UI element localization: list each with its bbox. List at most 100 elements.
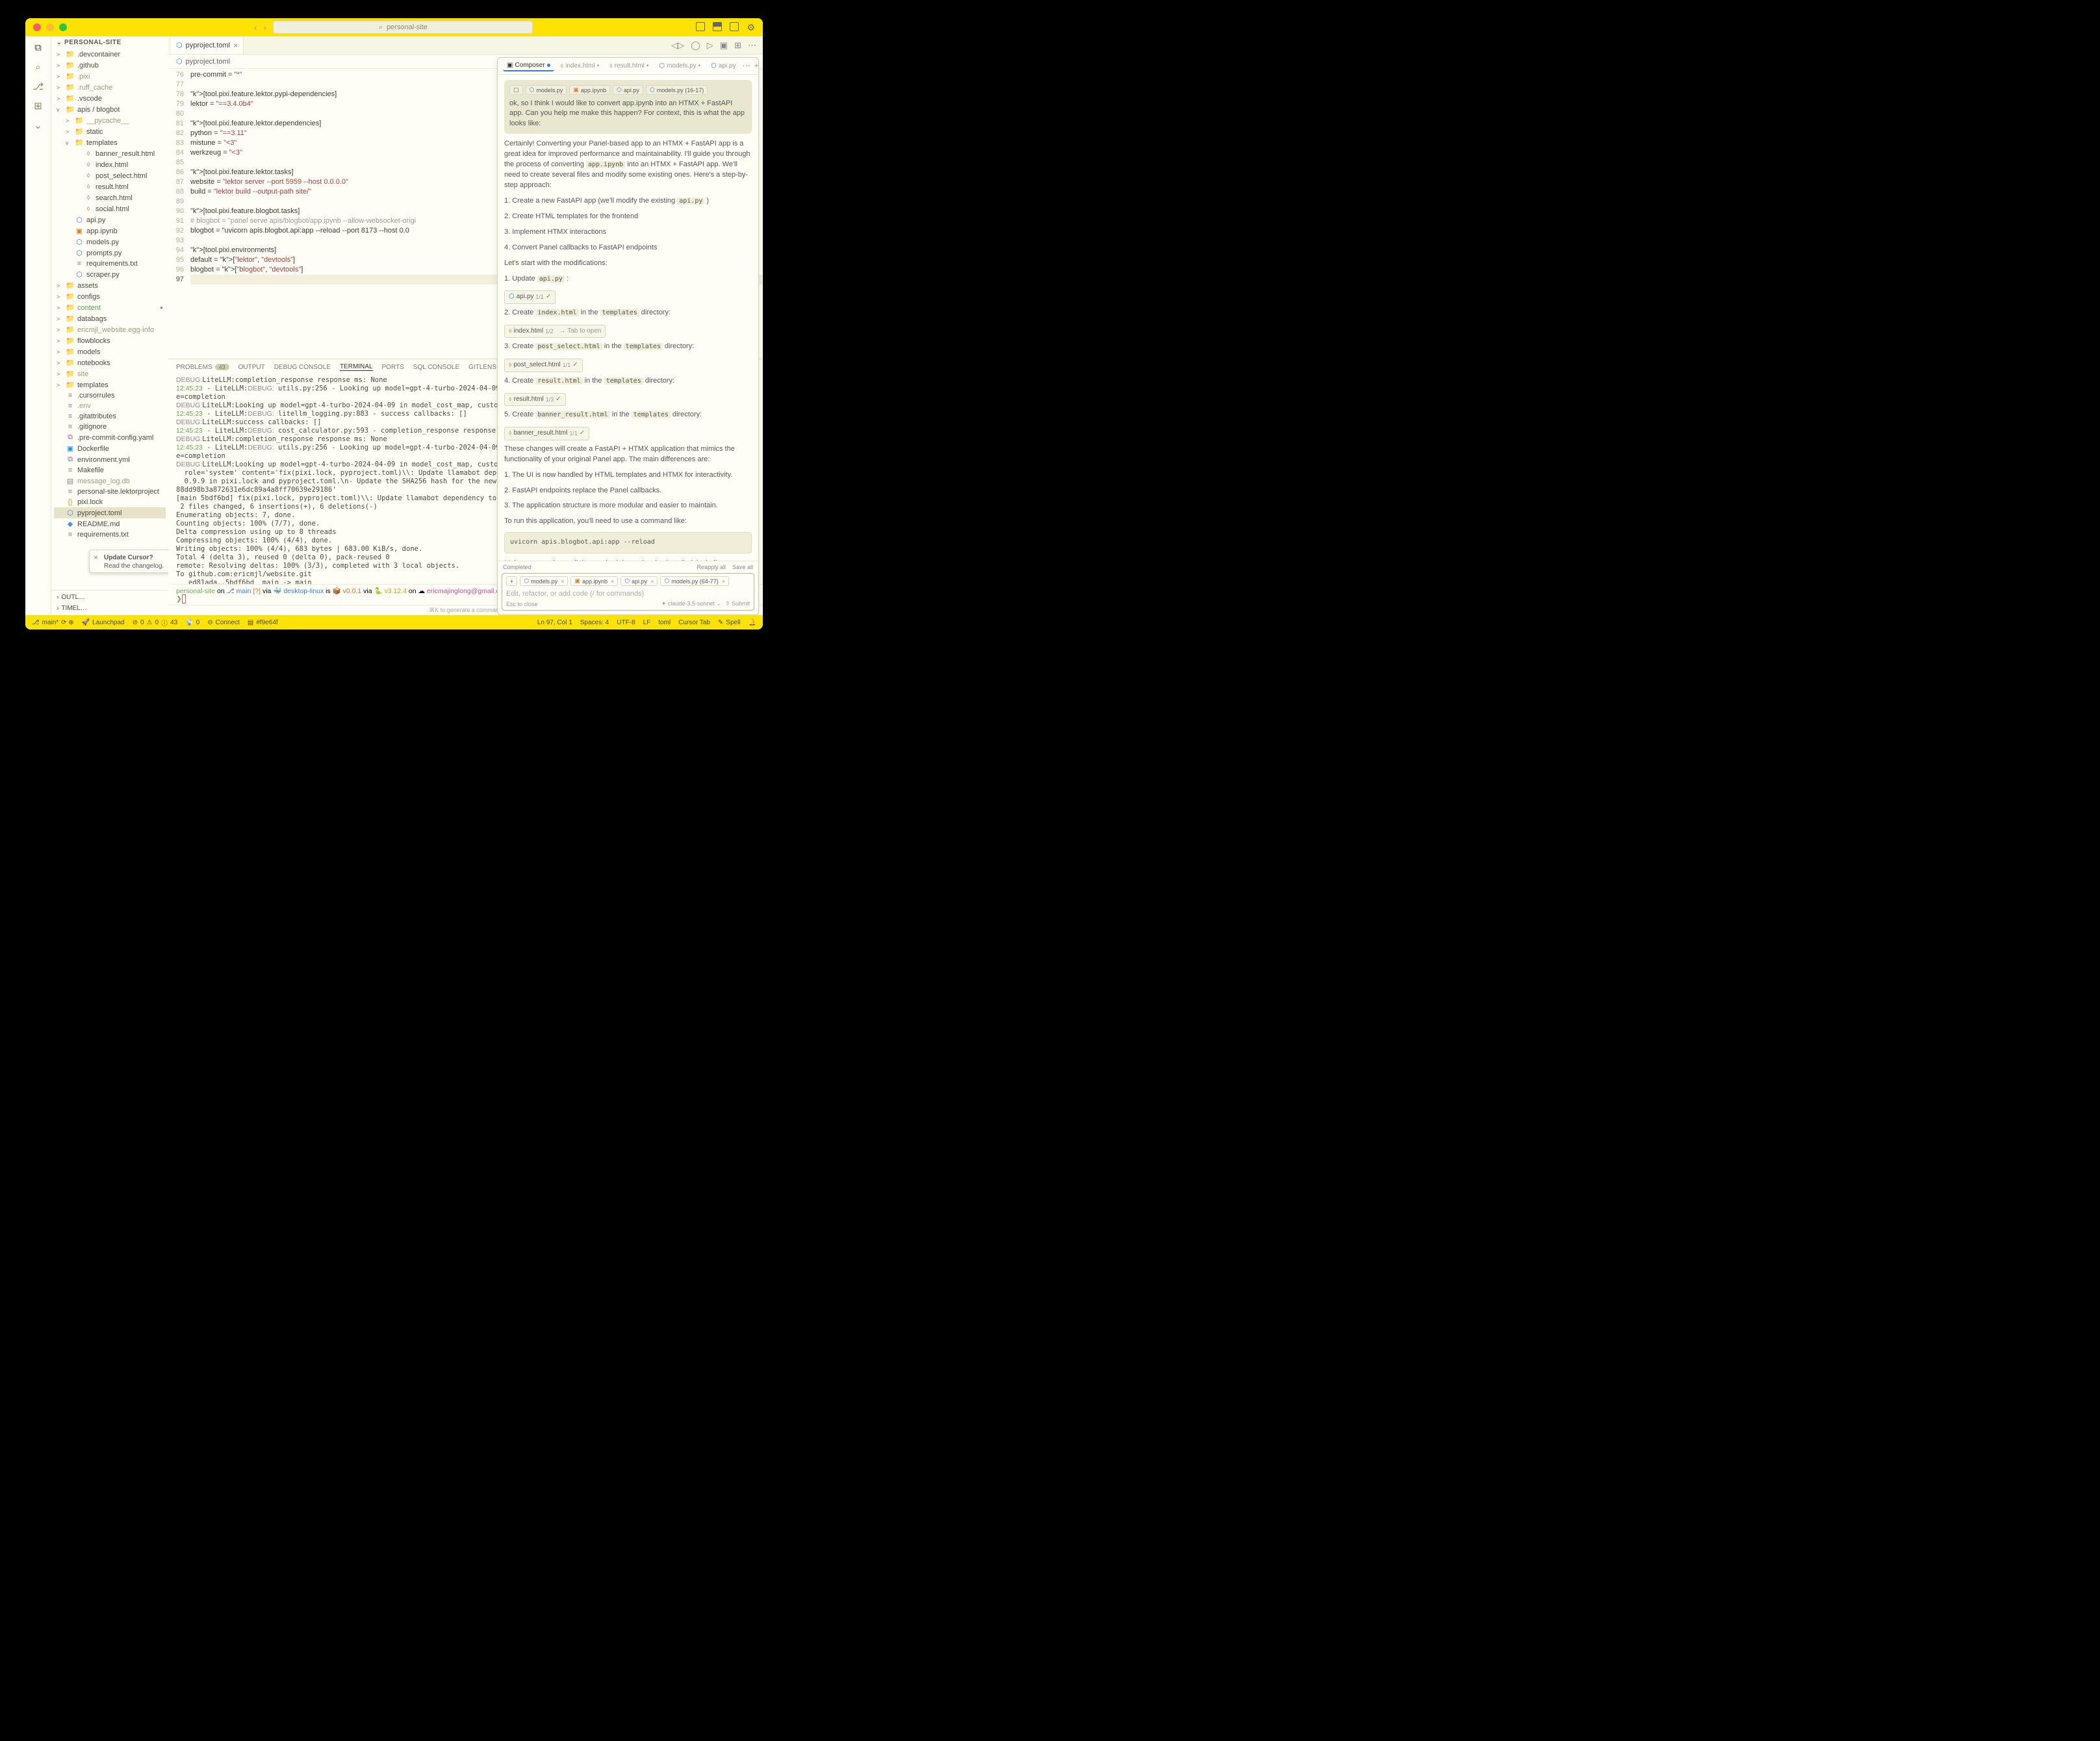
tree-item[interactable]: >📁site — [54, 368, 166, 379]
timeline-section[interactable]: ›TIMEL… — [51, 603, 168, 614]
tree-item[interactable]: >📁notebooks — [54, 357, 166, 368]
spell-status[interactable]: ✎ Spell — [718, 619, 741, 626]
save-all-button[interactable]: Save all — [732, 564, 753, 570]
tree-item[interactable]: v📁templates — [54, 137, 166, 148]
problems-status[interactable]: ⊘0 ⚠0 ⓘ43 — [133, 618, 178, 628]
outline-section[interactable]: ›OUTL… — [51, 592, 168, 603]
ctx-chip[interactable]: ⬡models.py (16-17) — [646, 85, 708, 95]
tree-item[interactable]: ≡personal-site.lektorproject — [54, 487, 166, 497]
code-block[interactable]: uvicorn apis.blogbot.api:app --reload — [504, 532, 752, 553]
tree-item[interactable]: >📁content● — [54, 302, 166, 313]
tree-item[interactable]: ⬡pyproject.toml — [54, 507, 166, 518]
split-icon[interactable]: ▷ — [707, 40, 713, 51]
nav-back[interactable]: ‹ — [254, 22, 257, 32]
gear-icon[interactable]: ⚙ — [747, 22, 755, 33]
tree-item[interactable]: >📁static — [54, 126, 166, 137]
tree-item[interactable]: {}pixi.lock — [54, 497, 166, 507]
tree-item[interactable]: >📁.ruff_cache — [54, 82, 166, 93]
tree-item[interactable]: >📁.github — [54, 60, 166, 71]
tree-item[interactable]: >📁databags — [54, 313, 166, 324]
indent-status[interactable]: Spaces: 4 — [580, 619, 609, 626]
image-chip[interactable]: ▢ — [509, 85, 523, 95]
diff-icon[interactable]: ◯ — [691, 40, 700, 51]
tree-item[interactable]: ⬨social.html — [54, 203, 166, 214]
connect-status[interactable]: ⊖ Connect — [207, 619, 240, 626]
file-chip[interactable]: ⬨banner_result.html 1/1 ✓ — [504, 427, 589, 440]
tree-item[interactable]: ≡.gitignore — [54, 422, 166, 432]
ctx-chip[interactable]: ⬡models.py (64-77)× — [660, 576, 729, 586]
launchpad[interactable]: 🚀 Launchpad — [82, 619, 125, 626]
ctx-chip[interactable]: ⬡models.py× — [520, 576, 568, 586]
ctx-tab[interactable]: ⬡api.py — [707, 61, 739, 71]
ports-status[interactable]: 📡 0 — [185, 619, 199, 626]
color-status[interactable]: ▤ #f9e64f — [248, 619, 278, 626]
bell-icon[interactable]: 🔔 — [749, 619, 756, 626]
tree-item[interactable]: ≡.cursorrules — [54, 390, 166, 401]
tree-item[interactable]: >📁models — [54, 346, 166, 357]
command-center[interactable]: ⌕ personal-site — [273, 21, 533, 34]
submit-button[interactable]: ⇧ Submit — [725, 600, 750, 607]
cursor-tab-status[interactable]: Cursor Tab — [678, 619, 710, 626]
panel-tab-debug[interactable]: DEBUG CONSOLE — [274, 364, 331, 371]
add-ctx-button[interactable]: + — [506, 576, 517, 586]
file-chip[interactable]: ⬡api.py 1/1 ✓ — [504, 290, 556, 304]
composer-tab[interactable]: ▣ Composer — [503, 60, 554, 71]
ctx-chip[interactable]: ⬡api.py× — [621, 576, 658, 586]
tree-item[interactable]: >📁assets — [54, 280, 166, 291]
tree-item[interactable]: >📁.devcontainer — [54, 49, 166, 60]
layout-secondary-icon[interactable] — [730, 22, 739, 31]
panel-tab-sql[interactable]: SQL CONSOLE — [413, 364, 459, 371]
tree-item[interactable]: ⬨index.html — [54, 159, 166, 170]
eol-status[interactable]: LF — [643, 619, 651, 626]
chevron-icon[interactable]: ⌄ — [32, 120, 44, 131]
tree-item[interactable]: >📁flowblocks — [54, 335, 166, 346]
panel-tab-ports[interactable]: PORTS — [382, 364, 404, 371]
tree-item[interactable]: ≡requirements.txt — [54, 259, 166, 269]
reapply-button[interactable]: Reapply all — [697, 564, 726, 570]
tree-item[interactable]: >📁.pixi — [54, 71, 166, 82]
panel-tab-problems[interactable]: PROBLEMS43 — [176, 364, 229, 371]
tree-item[interactable]: ⬨banner_result.html — [54, 148, 166, 159]
panel-icon[interactable]: ▣ — [720, 40, 728, 51]
ctx-chip[interactable]: ⬡api.py — [613, 85, 643, 95]
max-dot[interactable] — [59, 23, 67, 31]
tree-item[interactable]: >📁.vscode — [54, 93, 166, 104]
layout-sidebar-icon[interactable] — [696, 22, 705, 31]
ctx-chip[interactable]: ⬡models.py — [526, 85, 567, 95]
tree-item[interactable]: ⬨search.html — [54, 192, 166, 203]
model-picker[interactable]: ✦ claude-3.5-sonnet ⌄ — [661, 600, 721, 607]
ctx-chip[interactable]: ▣app.ipynb× — [570, 576, 618, 586]
tree-item[interactable]: ≡Makefile — [54, 465, 166, 476]
file-chip[interactable]: ⬨result.html 1/3 ✓ — [504, 393, 566, 407]
layout-panel-icon[interactable] — [713, 22, 722, 31]
tree-item[interactable]: v📁apis / blogbot — [54, 104, 166, 115]
scm-icon[interactable]: ⎇ — [32, 81, 44, 92]
more-icon[interactable]: ⋯ — [748, 40, 756, 51]
layout-icon[interactable]: ⊞ — [734, 40, 741, 51]
tree-item[interactable]: ▣app.ipynb — [54, 225, 166, 236]
tree-item[interactable]: >📁__pycache__ — [54, 115, 166, 126]
tree-item[interactable]: ≡.gitattributes — [54, 411, 166, 422]
sidebar-title[interactable]: ⌄ PERSONAL-SITE — [51, 36, 168, 49]
tree-item[interactable]: ⬡prompts.py — [54, 248, 166, 259]
tree-item[interactable]: ⬨post_select.html — [54, 170, 166, 181]
tree-item[interactable]: ≡requirements.txt — [54, 529, 166, 540]
lang-status[interactable]: toml — [658, 619, 671, 626]
composer-input[interactable]: + ⬡models.py× ▣app.ipynb× ⬡api.py× ⬡mode… — [502, 573, 754, 611]
tree-item[interactable]: ⧉environment.yml — [54, 454, 166, 465]
tree-item[interactable]: >📁ericmjl_website.egg-info — [54, 324, 166, 335]
tree-item[interactable]: ⧉.pre-commit-config.yaml — [54, 432, 166, 443]
ctx-tab[interactable]: ⬨index.html • — [557, 61, 604, 71]
tree-item[interactable]: ⬡scraper.py — [54, 269, 166, 280]
ctx-chip[interactable]: ▣app.ipynb — [569, 85, 610, 95]
extensions-icon[interactable]: ⊞ — [32, 100, 44, 112]
tree-item[interactable]: >📁templates — [54, 379, 166, 390]
ctx-tab[interactable]: ⬡models.py • — [655, 61, 704, 71]
search-icon[interactable]: ⌕ — [32, 61, 44, 73]
tree-item[interactable]: ▤message_log.db — [54, 476, 166, 487]
min-dot[interactable] — [46, 23, 54, 31]
close-dot[interactable] — [33, 23, 41, 31]
encoding-status[interactable]: UTF-8 — [617, 619, 635, 626]
cursor-pos[interactable]: Ln 97, Col 1 — [537, 619, 572, 626]
editor-tab[interactable]: ⬡ pyproject.toml × — [171, 36, 244, 54]
